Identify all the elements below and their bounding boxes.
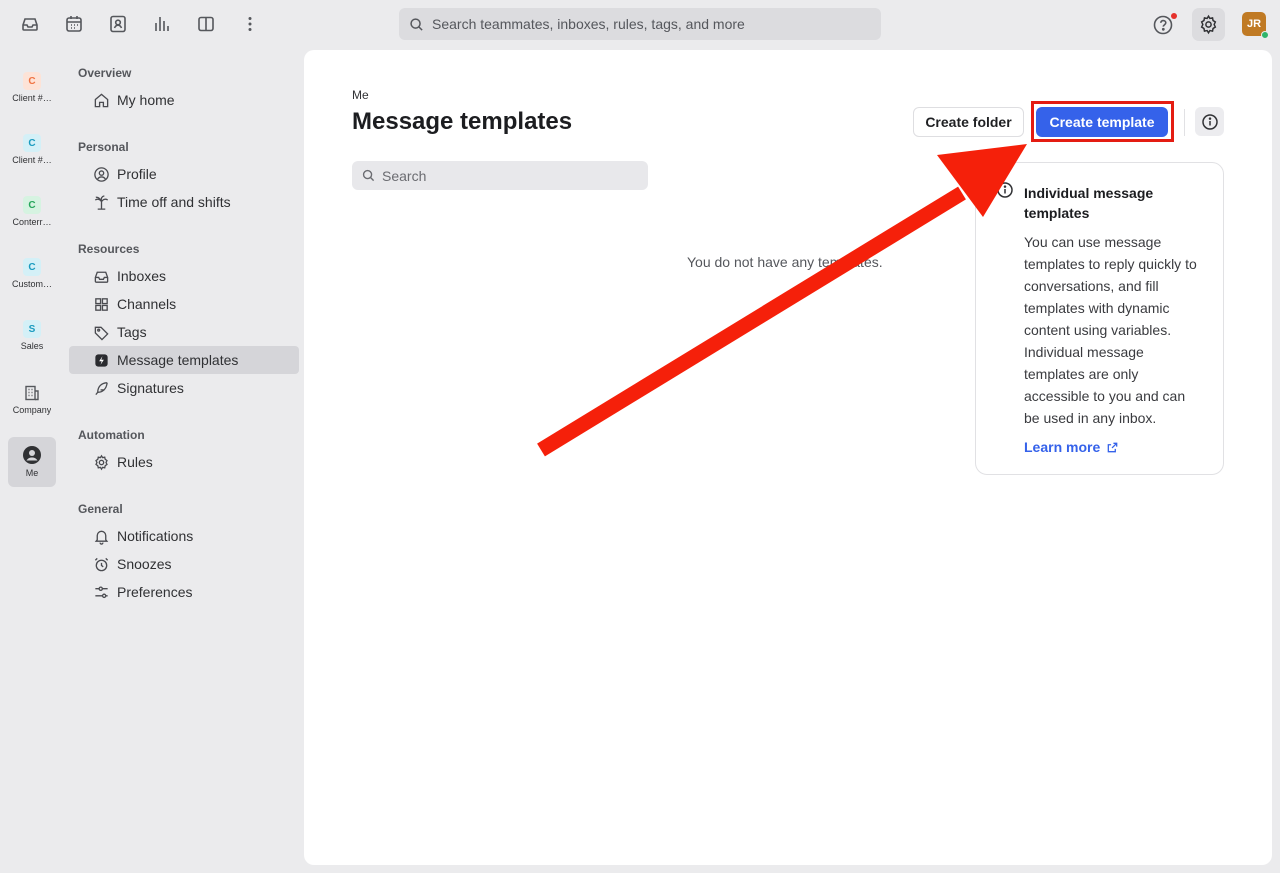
search-icon: [410, 17, 423, 31]
settings-button[interactable]: [1192, 8, 1225, 41]
nav-item-preferences[interactable]: Preferences: [69, 578, 299, 606]
search-placeholder: Search: [382, 167, 427, 184]
nav-item-profile[interactable]: Profile: [69, 160, 299, 188]
inbox-icon[interactable]: [18, 12, 42, 36]
info-toggle-button[interactable]: [1195, 107, 1224, 136]
nav-label: Signatures: [117, 380, 184, 396]
nav-label: Notifications: [117, 528, 194, 544]
top-bar: Search teammates, inboxes, rules, tags, …: [0, 0, 1280, 50]
contacts-icon[interactable]: [106, 12, 130, 36]
feather-icon: [95, 381, 108, 395]
user-icon: [23, 446, 41, 464]
learn-more-label: Learn more: [1024, 439, 1101, 455]
home-icon: [94, 92, 109, 107]
rail-item-sales[interactable]: S Sales: [8, 308, 56, 358]
building-icon: [25, 385, 39, 401]
rail-badge: C: [23, 134, 41, 152]
profile-icon: [94, 166, 109, 182]
rail-item-custom[interactable]: C Custom…: [8, 246, 56, 296]
nav-label: Time off and shifts: [117, 194, 231, 210]
alarm-clock-icon: [94, 557, 109, 571]
rail-label: Conterr…: [12, 217, 52, 227]
global-search-placeholder: Search teammates, inboxes, rules, tags, …: [432, 16, 745, 32]
rail-badge: C: [23, 72, 41, 90]
lightning-template-icon: [95, 353, 108, 367]
nav-item-channels[interactable]: Channels: [69, 290, 299, 318]
nav-item-tags[interactable]: Tags: [69, 318, 299, 346]
page-title: Message templates: [352, 108, 573, 135]
nav-item-inboxes[interactable]: Inboxes: [69, 262, 299, 290]
nav-label: Rules: [117, 454, 153, 470]
info-icon: [1201, 113, 1218, 130]
nav-section-resources: Resources: [78, 242, 140, 256]
more-icon[interactable]: [238, 12, 262, 36]
tag-icon: [94, 326, 109, 341]
rail-label: Me: [25, 468, 39, 478]
divider: [1184, 109, 1185, 136]
external-link-icon: [1107, 442, 1118, 452]
sliders-icon: [95, 585, 108, 598]
avatar-initials: JR: [1246, 18, 1262, 30]
nav-label: Channels: [117, 296, 177, 312]
nav-item-my-home[interactable]: My home: [69, 86, 299, 114]
nav-label: Preferences: [117, 584, 193, 600]
palm-tree-icon: [94, 194, 109, 210]
info-card-title: Individual message templates: [1024, 185, 1154, 221]
gear-icon: [1200, 14, 1217, 35]
help-button[interactable]: [1151, 12, 1177, 38]
rail-label: Custom…: [11, 279, 52, 289]
rail-badge: S: [23, 320, 41, 338]
create-folder-button[interactable]: Create folder: [913, 107, 1024, 137]
bell-icon: [94, 530, 109, 545]
split-view-icon[interactable]: [194, 12, 218, 36]
rail-item-company[interactable]: Company: [8, 370, 56, 420]
nav-item-time-off[interactable]: Time off and shifts: [69, 188, 299, 216]
rail-label: Client #…: [12, 155, 52, 165]
analytics-icon[interactable]: [150, 12, 174, 36]
calendar-icon[interactable]: [62, 12, 86, 36]
inbox-icon: [94, 271, 109, 283]
user-avatar[interactable]: JR: [1242, 12, 1269, 39]
nav-label: Snoozes: [117, 556, 172, 572]
info-card-body: You can use message templates to reply q…: [1024, 234, 1197, 426]
nav-label: Message templates: [117, 352, 239, 368]
nav-section-overview: Overview: [78, 66, 132, 80]
rail-item-client-1[interactable]: C Client #…: [8, 60, 56, 110]
nav-item-signatures[interactable]: Signatures: [69, 374, 299, 402]
empty-state-text: You do not have any templates.: [687, 254, 883, 270]
rail-label: Client #…: [12, 93, 52, 103]
rail-badge: C: [23, 196, 41, 214]
rail-badge: C: [23, 258, 41, 276]
nav-label: Inboxes: [117, 268, 167, 284]
template-search-input[interactable]: Search: [352, 161, 648, 190]
grid-icon: [95, 297, 108, 311]
rail-item-conterr[interactable]: C Conterr…: [8, 184, 56, 234]
rail-item-me[interactable]: Me: [8, 437, 56, 487]
global-search-input[interactable]: Search teammates, inboxes, rules, tags, …: [399, 8, 881, 40]
main-panel: Me Message templates Create folder Creat…: [304, 50, 1272, 865]
info-icon: [997, 182, 1013, 198]
rail-label: Company: [12, 405, 52, 415]
create-template-button[interactable]: Create template: [1036, 107, 1168, 137]
rail-label: Sales: [20, 341, 44, 351]
nav-section-personal: Personal: [78, 140, 129, 154]
nav-section-automation: Automation: [78, 428, 145, 442]
learn-more-link[interactable]: Learn more: [1024, 439, 1119, 455]
nav-item-snoozes[interactable]: Snoozes: [69, 550, 299, 578]
nav-item-message-templates[interactable]: Message templates: [69, 346, 299, 374]
nav-item-notifications[interactable]: Notifications: [69, 522, 299, 550]
nav-label: Profile: [117, 166, 157, 182]
rail-item-client-2[interactable]: C Client #…: [8, 122, 56, 172]
breadcrumb[interactable]: Me: [352, 88, 369, 102]
notification-dot: [1171, 13, 1177, 19]
rules-gear-icon: [95, 454, 108, 470]
search-icon: [362, 169, 375, 182]
nav-item-rules[interactable]: Rules: [69, 448, 299, 476]
info-card: Individual message templates You can use…: [975, 162, 1224, 475]
online-status-dot: [1261, 31, 1269, 39]
nav-label: Tags: [117, 324, 147, 340]
nav-label: My home: [117, 92, 175, 108]
nav-section-general: General: [78, 502, 123, 516]
